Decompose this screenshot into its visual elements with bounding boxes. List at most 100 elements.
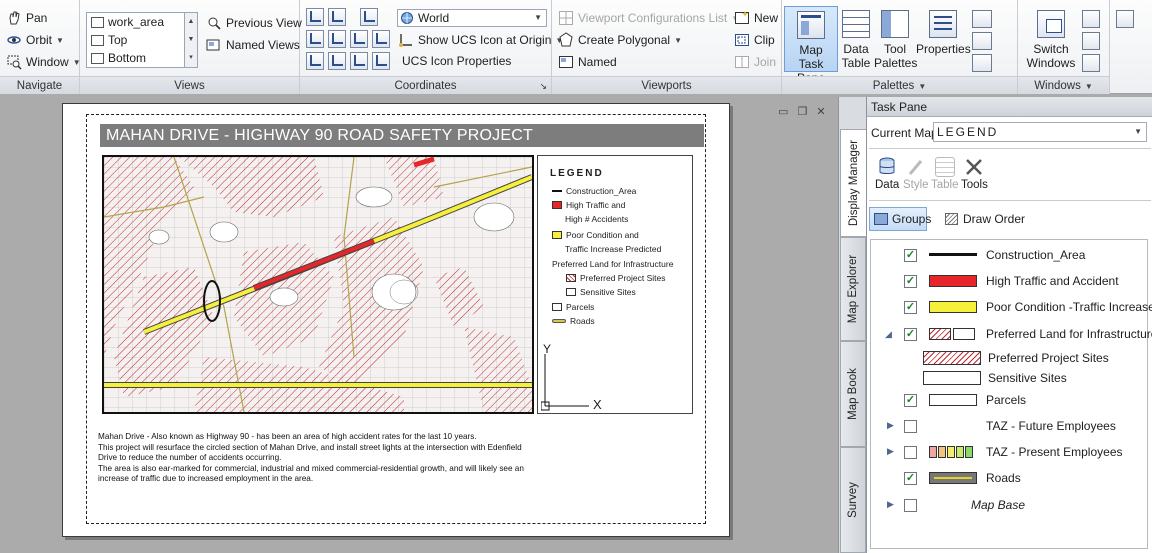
new-viewport-button[interactable]: New	[734, 8, 778, 28]
layer-visibility-checkbox[interactable]: ✓	[904, 274, 917, 288]
join-viewport-button[interactable]: Join	[734, 52, 776, 72]
tab-map-explorer[interactable]: Map Explorer	[840, 237, 866, 341]
brush-icon	[906, 157, 926, 177]
switch-windows-button[interactable]: Switch Windows▼	[1022, 6, 1080, 83]
dialog-launcher-icon[interactable]: ↘	[539, 77, 547, 95]
ucs-object-icon[interactable]	[350, 52, 368, 70]
properties-button[interactable]: Properties	[916, 6, 971, 72]
layer-item-preferred-land[interactable]: ◢ ✓ Preferred Land for Infrastructure	[871, 323, 1152, 345]
quickcalc-icon[interactable]	[972, 54, 992, 72]
layer-item-taz-future[interactable]: ▶ TAZ - Future Employees	[871, 415, 1147, 437]
expand-arrow-icon[interactable]: ▶	[887, 446, 894, 457]
layer-item-poor-condition[interactable]: ✓ Poor Condition -Traffic Increase	[871, 296, 1152, 318]
layer-item-taz-present[interactable]: ▶ TAZ - Present Employees	[871, 441, 1147, 463]
map-task-pane-button[interactable]: Map Task Pane	[784, 6, 838, 85]
tab-survey[interactable]: Survey	[840, 447, 866, 553]
views-list-scroll[interactable]: ▲ ▼ ▾	[184, 12, 198, 68]
ucs-face-icon[interactable]	[372, 52, 390, 70]
ucs-z-icon[interactable]	[350, 30, 368, 48]
table-icon	[934, 157, 955, 177]
text-window-icon[interactable]	[1116, 10, 1134, 28]
panel-title-coordinates: Coordinates ↘	[300, 76, 551, 94]
ucs-world-select[interactable]: World ▼	[397, 9, 547, 27]
task-pane-tabs: Display Manager Map Explorer Map Book Su…	[838, 97, 866, 553]
sheet-title: MAHAN DRIVE - HIGHWAY 90 ROAD SAFETY PRO…	[100, 124, 704, 147]
show-ucs-icon-button[interactable]: Show UCS Icon at Origin ▼	[398, 30, 563, 50]
layer-visibility-checkbox[interactable]: ✓	[904, 248, 917, 262]
expand-arrow-icon[interactable]: ▶	[887, 499, 894, 510]
ucs-origin-icon[interactable]	[306, 52, 324, 70]
ucs-3point-icon[interactable]	[328, 52, 346, 70]
tool-palettes-button[interactable]: Tool Palettes	[874, 6, 917, 72]
view-icon	[91, 16, 104, 28]
ucs-icon[interactable]	[306, 8, 324, 26]
layer-visibility-checkbox[interactable]: ✓	[904, 471, 917, 485]
ucs-y-icon[interactable]	[328, 30, 346, 48]
panel-coordinates: World ▼ Show UCS Icon at Origin ▼ UCS Ico…	[300, 0, 563, 94]
ribbon: Pan Orbit ▼ Window ▼ Navigate work_area To…	[0, 0, 1152, 94]
data-button[interactable]: Data	[875, 157, 899, 191]
theme-item-preferred-sites[interactable]: Preferred Project Sites	[871, 347, 1147, 369]
ucs-zaxis-icon[interactable]	[372, 30, 390, 48]
layer-visibility-checkbox[interactable]: ✓	[904, 393, 917, 407]
layer-visibility-checkbox[interactable]: ✓	[904, 327, 917, 341]
views-list-item[interactable]: work_area	[87, 13, 191, 31]
create-polygonal-button[interactable]: Create Polygonal ▼	[558, 30, 682, 50]
draw-order-button[interactable]: Draw Order	[943, 207, 1025, 231]
table-button[interactable]: Table	[931, 157, 959, 191]
current-map-select[interactable]: LEGEND ▼	[933, 122, 1147, 142]
named-viewports-button[interactable]: Named	[558, 52, 617, 72]
groups-button[interactable]: Groups	[869, 207, 931, 231]
ucs-icon-properties-button[interactable]: UCS Icon Properties	[402, 51, 511, 71]
tools-button[interactable]: Tools	[961, 157, 988, 191]
panel-title-windows[interactable]: Windows ▼	[1018, 76, 1109, 94]
tab-display-manager[interactable]: Display Manager	[840, 129, 866, 237]
legend-title: LEGEND	[550, 168, 604, 179]
views-list[interactable]: work_area Top Bottom	[86, 12, 192, 68]
layer-item-construction-area[interactable]: ✓ Construction_Area	[871, 244, 1147, 266]
construction-line-swatch	[929, 253, 977, 256]
group-item-map-base[interactable]: ▶ Map Base	[871, 494, 1147, 516]
markup-set-icon[interactable]	[972, 32, 992, 50]
theme-item-sensitive-sites[interactable]: Sensitive Sites	[871, 367, 1147, 389]
ucs-x-icon[interactable]	[306, 30, 324, 48]
ucs-previous-icon[interactable]	[360, 8, 378, 26]
pan-button[interactable]: Pan	[6, 8, 47, 28]
layer-visibility-checkbox[interactable]	[904, 498, 917, 512]
task-pane-header[interactable]: Task Pane	[867, 97, 1152, 117]
tile-vertical-icon[interactable]	[1082, 32, 1100, 50]
layer-visibility-checkbox[interactable]	[904, 419, 917, 433]
views-list-item[interactable]: Top	[87, 31, 191, 49]
views-list-item[interactable]: Bottom	[87, 49, 191, 67]
zoom-window-button[interactable]: Window ▼	[6, 52, 81, 72]
layer-list[interactable]: ✓ Construction_Area ✓ High Traffic and A…	[870, 239, 1152, 549]
map-viewport[interactable]	[102, 155, 534, 414]
layer-item-parcels[interactable]: ✓ Parcels	[871, 389, 1147, 411]
collapse-arrow-icon[interactable]: ◢	[885, 329, 892, 340]
previous-view-button[interactable]: Previous View	[206, 13, 302, 33]
viewport-configurations-list[interactable]: Viewport Configurations List▼	[558, 8, 739, 28]
restore-icon[interactable]: ❐	[797, 106, 807, 118]
sheet-set-manager-icon[interactable]	[972, 10, 992, 28]
orbit-icon	[6, 32, 22, 48]
groups-icon	[874, 213, 888, 225]
style-button[interactable]: Style	[903, 157, 929, 191]
layer-visibility-checkbox[interactable]	[904, 445, 917, 459]
layer-item-high-traffic[interactable]: ✓ High Traffic and Accident	[871, 270, 1147, 292]
close-icon[interactable]: ✕	[816, 106, 825, 118]
named-views-button[interactable]: Named Views	[206, 35, 300, 55]
construction-line-swatch	[552, 190, 562, 192]
minimize-icon[interactable]: ▭	[778, 106, 788, 118]
orbit-button[interactable]: Orbit ▼	[6, 30, 64, 50]
expand-arrow-icon[interactable]: ▶	[887, 420, 894, 431]
viewport-config-icon	[558, 10, 574, 26]
clip-viewport-button[interactable]: Clip	[734, 30, 775, 50]
layer-item-roads[interactable]: ✓ Roads	[871, 467, 1147, 489]
ucs-view-icon[interactable]	[328, 8, 346, 26]
layer-visibility-checkbox[interactable]: ✓	[904, 300, 917, 314]
cascade-icon[interactable]	[1082, 54, 1100, 72]
tab-map-book[interactable]: Map Book	[840, 341, 866, 447]
panel-title-palettes[interactable]: Palettes ▼	[782, 76, 1017, 94]
data-table-button[interactable]: Data Table	[838, 6, 874, 72]
tile-horizontal-icon[interactable]	[1082, 10, 1100, 28]
